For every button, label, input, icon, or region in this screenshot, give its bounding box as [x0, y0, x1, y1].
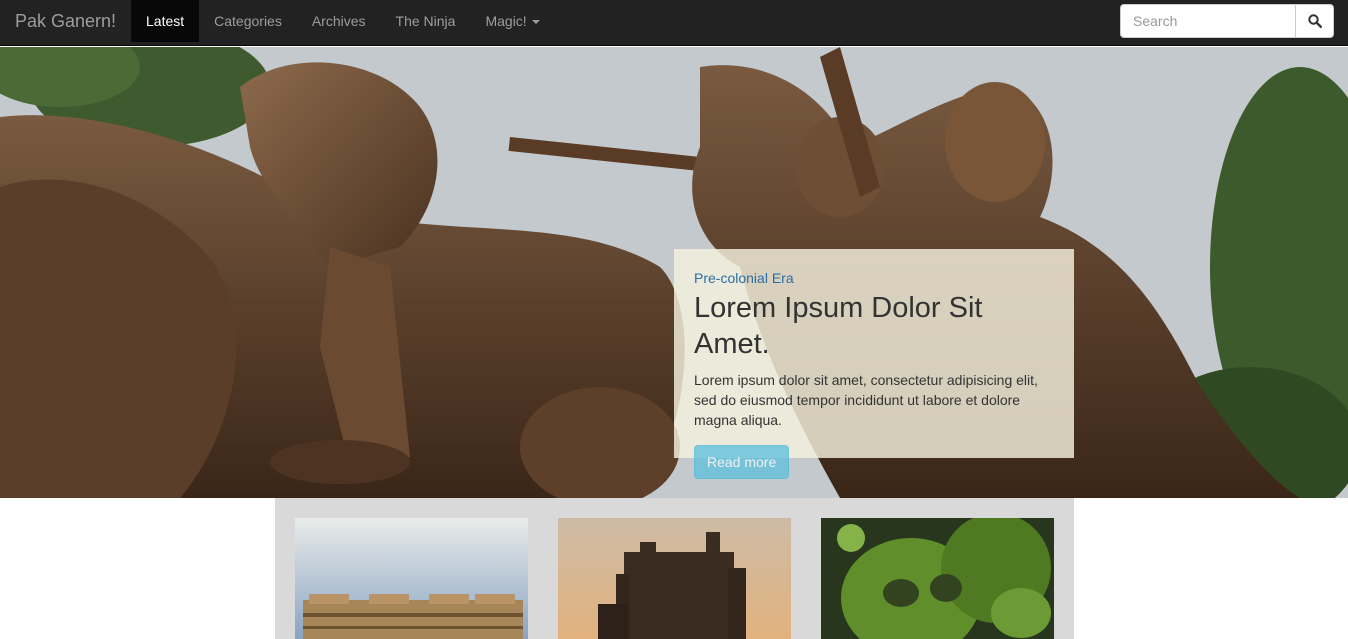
caption-text: Lorem ipsum dolor sit amet, consectetur …	[694, 372, 1038, 428]
brand-logo[interactable]: Pak Ganern!	[15, 0, 116, 42]
temple-image	[295, 518, 528, 639]
gallery-thumb-castle[interactable]	[558, 518, 791, 639]
moss-statue-image	[821, 518, 1054, 639]
gallery-thumb-moss-statue[interactable]	[821, 518, 1054, 639]
nav-item-magic-dropdown[interactable]: Magic!	[470, 0, 554, 42]
nav-item-magic-label: Magic!	[485, 13, 527, 29]
gallery-thumb-temple[interactable]	[295, 518, 528, 639]
caret-down-icon	[531, 20, 540, 25]
caption-title: Lorem Ipsum Dolor Sit Amet.	[694, 292, 983, 360]
search-form	[1120, 4, 1334, 38]
hero-caption: Pre-colonial Era Lorem Ipsum Dolor Sit A…	[674, 249, 1074, 479]
nav-item-archives[interactable]: Archives	[297, 0, 381, 42]
nav-item-the-ninja[interactable]: The Ninja	[381, 0, 471, 42]
search-icon	[1307, 14, 1322, 28]
search-button[interactable]	[1295, 4, 1334, 38]
gallery-section	[275, 498, 1074, 639]
caption-category-link[interactable]: Pre-colonial Era	[694, 269, 1054, 287]
nav-item-latest[interactable]: Latest	[131, 0, 200, 42]
nav-item-categories[interactable]: Categories	[199, 0, 297, 42]
main-nav: Latest Categories Archives The Ninja Mag…	[131, 0, 555, 46]
hero-carousel: Pre-colonial Era Lorem Ipsum Dolor Sit A…	[0, 47, 1348, 498]
read-more-button[interactable]: Read more	[694, 445, 790, 479]
top-navbar: Pak Ganern! Latest Categories Archives T…	[0, 0, 1348, 46]
castle-image	[558, 518, 791, 639]
search-input[interactable]	[1120, 4, 1295, 38]
